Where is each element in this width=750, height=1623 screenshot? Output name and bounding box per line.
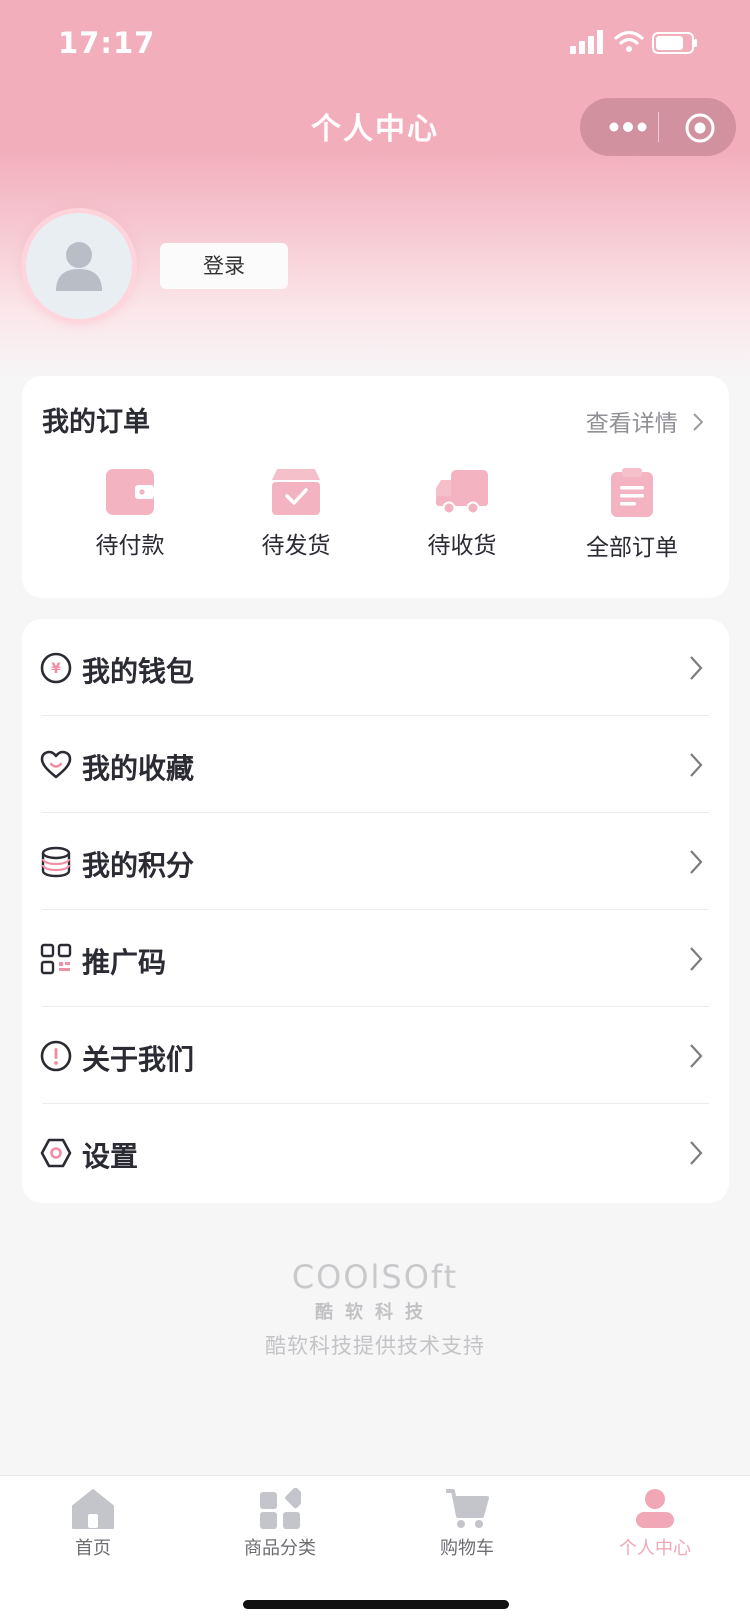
battery-icon bbox=[652, 32, 697, 54]
status-icons bbox=[570, 30, 720, 58]
orders-view-details-label: 查看详情 bbox=[585, 411, 678, 437]
user-placeholder-icon bbox=[56, 242, 102, 291]
mini-program-capsule[interactable] bbox=[580, 98, 736, 156]
order-pending-receipt[interactable]: 待收货 bbox=[402, 468, 522, 568]
menu-item-about-us[interactable]: 关于我们 bbox=[22, 1007, 729, 1104]
menu-item-settings[interactable]: 设置 bbox=[22, 1104, 729, 1201]
chevron-right-icon bbox=[690, 947, 703, 971]
box-check-icon bbox=[272, 469, 320, 515]
svg-text:¥: ¥ bbox=[51, 661, 61, 677]
user-icon bbox=[636, 1489, 674, 1528]
menu-item-wallet[interactable]: ¥ 我的钱包 bbox=[22, 619, 729, 716]
login-button[interactable]: 登录 bbox=[160, 243, 288, 289]
brand-logo-cn: 酷软科技 bbox=[315, 1302, 435, 1323]
tech-support-text: 酷软科技提供技术支持 bbox=[265, 1334, 485, 1358]
menu-item-points[interactable]: 我的积分 bbox=[22, 813, 729, 910]
menu-item-label: 关于我们 bbox=[82, 1043, 195, 1076]
order-item-label: 待付款 bbox=[95, 533, 165, 559]
tab-label: 商品分类 bbox=[244, 1538, 316, 1559]
status-bar: 17:17 bbox=[0, 0, 750, 92]
tab-label: 个人中心 bbox=[619, 1538, 691, 1559]
chevron-right-icon bbox=[690, 1141, 703, 1165]
order-item-label: 待发货 bbox=[261, 533, 331, 559]
category-icon bbox=[260, 1488, 301, 1529]
brand-footer: COOlSOft 酷软科技 酷软科技提供技术支持 bbox=[0, 1258, 750, 1360]
menu-item-label: 推广码 bbox=[82, 946, 167, 979]
coins-stack-icon bbox=[41, 846, 71, 878]
home-icon bbox=[72, 1489, 114, 1529]
status-time: 17:17 bbox=[58, 26, 156, 60]
order-item-label: 待收货 bbox=[427, 533, 497, 559]
more-dots-icon[interactable] bbox=[608, 116, 648, 138]
hexagon-settings-icon bbox=[40, 1138, 72, 1168]
signal-icon bbox=[570, 30, 603, 54]
orders-view-details[interactable]: 查看详情 bbox=[586, 404, 703, 438]
chevron-right-icon bbox=[693, 413, 703, 431]
tab-profile[interactable]: 个人中心 bbox=[580, 1488, 730, 1568]
menu-item-referral-code[interactable]: 推广码 bbox=[22, 910, 729, 1007]
order-pending-shipment[interactable]: 待发货 bbox=[236, 468, 356, 568]
orders-card: 我的订单 查看详情 待付款 待发货 待收货 全部订单 bbox=[22, 376, 729, 598]
tab-label: 购物车 bbox=[440, 1538, 494, 1559]
wallet-icon bbox=[106, 469, 154, 515]
chevron-right-icon bbox=[690, 753, 703, 777]
wifi-icon bbox=[614, 30, 644, 52]
chevron-right-icon bbox=[690, 850, 703, 874]
tab-label: 首页 bbox=[75, 1538, 111, 1559]
home-indicator bbox=[243, 1600, 509, 1609]
heart-icon bbox=[40, 750, 72, 779]
yen-coin-icon: ¥ bbox=[40, 652, 72, 684]
orders-title: 我的订单 bbox=[42, 407, 150, 438]
chevron-right-icon bbox=[690, 656, 703, 680]
chevron-right-icon bbox=[690, 1044, 703, 1068]
clipboard-icon bbox=[611, 468, 653, 517]
menu-item-label: 设置 bbox=[82, 1140, 139, 1173]
brand-logo: COOlSOft bbox=[291, 1258, 459, 1296]
close-target-icon[interactable] bbox=[684, 112, 716, 144]
capsule-divider bbox=[658, 112, 659, 142]
avatar[interactable] bbox=[26, 213, 132, 319]
order-all[interactable]: 全部订单 bbox=[552, 468, 712, 568]
tab-cart[interactable]: 购物车 bbox=[392, 1488, 542, 1568]
info-circle-icon bbox=[40, 1040, 72, 1072]
truck-icon bbox=[436, 470, 488, 515]
qr-code-icon bbox=[40, 943, 72, 975]
menu-item-label: 我的收藏 bbox=[82, 752, 195, 785]
menu-item-favorites[interactable]: 我的收藏 bbox=[22, 716, 729, 813]
tab-categories[interactable]: 商品分类 bbox=[205, 1488, 355, 1568]
menu-item-label: 我的钱包 bbox=[82, 655, 195, 688]
order-pending-payment[interactable]: 待付款 bbox=[70, 468, 190, 568]
menu-card: ¥ 我的钱包 我的收藏 我的积分 推广码 关于我们 设置 bbox=[22, 619, 729, 1203]
tab-home[interactable]: 首页 bbox=[18, 1488, 168, 1568]
cart-icon bbox=[446, 1489, 489, 1528]
menu-item-label: 我的积分 bbox=[82, 849, 195, 882]
order-item-label: 全部订单 bbox=[586, 535, 678, 561]
